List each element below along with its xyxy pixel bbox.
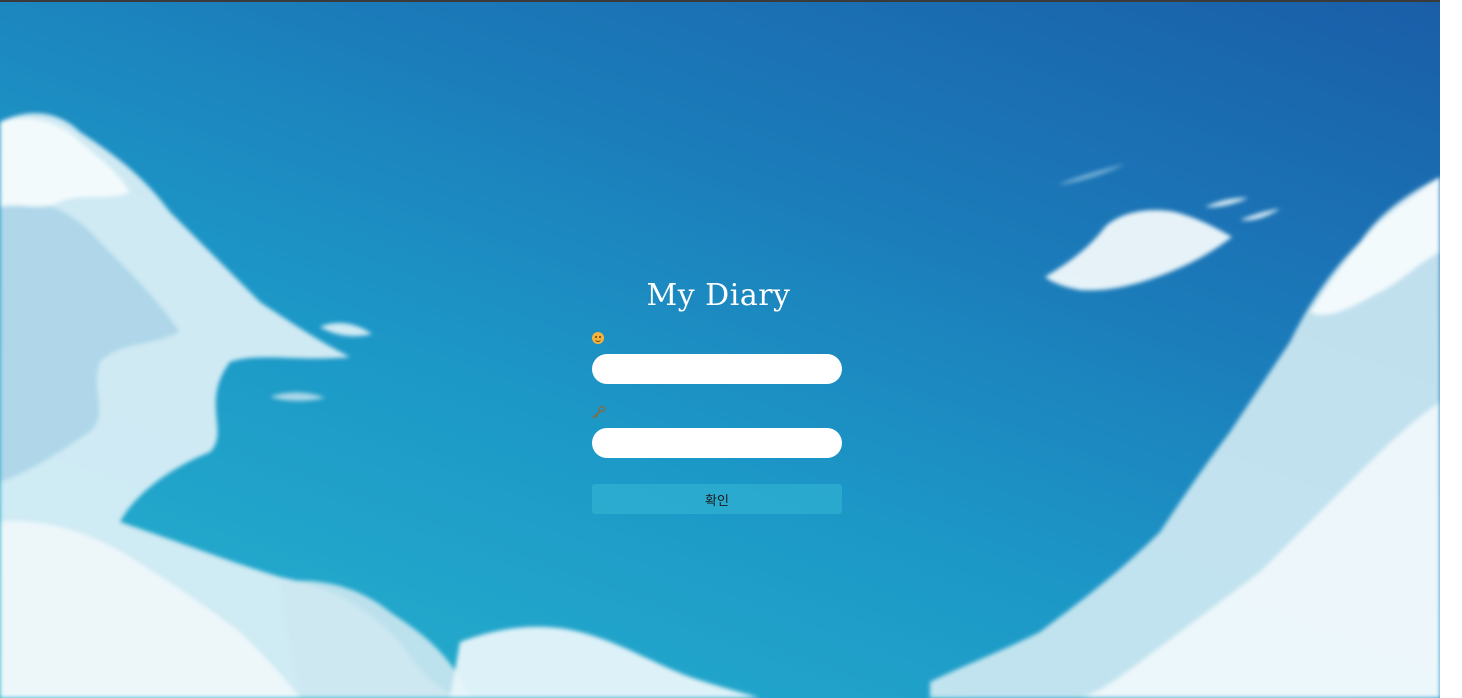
- confirm-button[interactable]: 확인: [592, 484, 842, 514]
- login-form: My Diary 확인: [592, 278, 842, 514]
- password-input[interactable]: [592, 428, 842, 458]
- password-label: [592, 404, 842, 422]
- page-title: My Diary: [646, 278, 791, 313]
- smile-face-icon: [592, 332, 604, 344]
- username-label: [592, 330, 842, 348]
- key-icon: [592, 405, 606, 424]
- username-input[interactable]: [592, 354, 842, 384]
